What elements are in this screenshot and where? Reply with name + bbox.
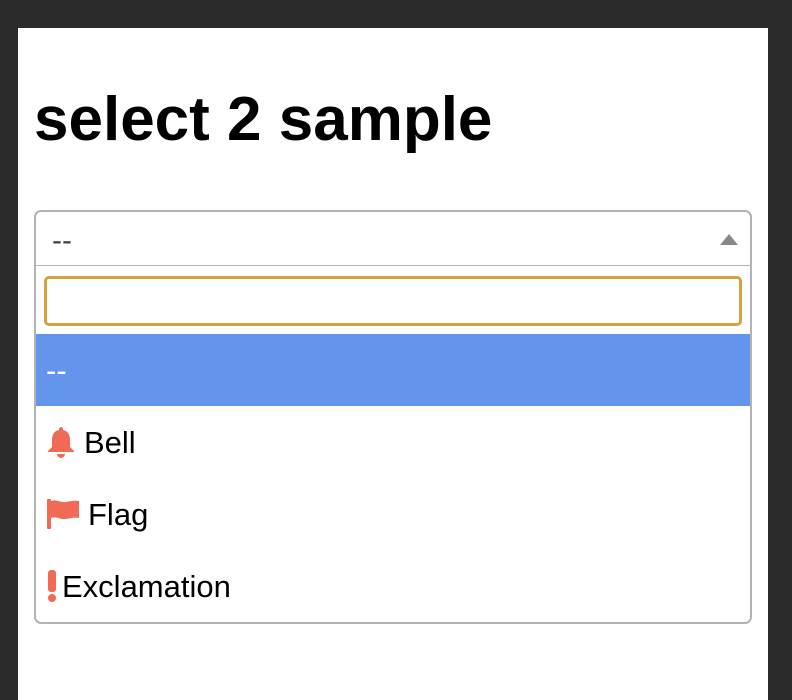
options-list: -- Bell Flag Exclamation	[36, 334, 750, 622]
page-title: select 2 sample	[34, 85, 493, 154]
option-bell[interactable]: Bell	[36, 406, 750, 478]
exclamation-icon	[46, 569, 58, 603]
search-input[interactable]	[44, 276, 742, 326]
chevron-up-icon	[720, 234, 738, 245]
select-dropdown: -- Bell Flag Exclamation	[34, 266, 752, 624]
select-box[interactable]: --	[34, 210, 752, 266]
select2-container: -- -- Bell Flag Exclamation	[34, 210, 752, 624]
browser-window: select 2 sample -- -- Bell Flag Exclamat…	[18, 28, 768, 700]
search-wrapper	[36, 266, 750, 334]
bell-icon	[46, 425, 76, 459]
option-flag[interactable]: Flag	[36, 478, 750, 550]
selected-value: --	[52, 224, 72, 257]
option-label: Flag	[88, 496, 149, 532]
flag-icon	[46, 498, 80, 530]
option-label: --	[46, 352, 67, 388]
option-empty[interactable]: --	[36, 334, 750, 406]
option-label: Bell	[84, 424, 136, 460]
option-exclamation[interactable]: Exclamation	[36, 550, 750, 622]
option-label: Exclamation	[62, 568, 231, 604]
